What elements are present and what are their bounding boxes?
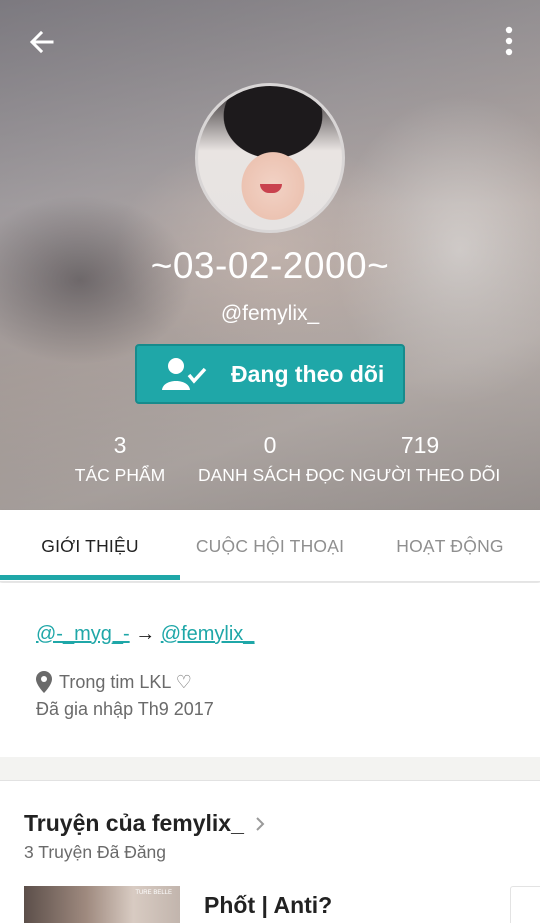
stories-count: 3 Truyện Đã Đăng [24,842,167,862]
bio-links: @-_myg_- → @femylix_ [36,623,254,646]
chevron-right-icon [256,816,265,831]
stat-followers-count: 719 [400,432,440,458]
avatar[interactable] [195,83,345,233]
tab-conversations[interactable]: CUỘC HỘI THOẠI [180,510,360,582]
section-divider [0,757,540,781]
user-check-icon [162,358,207,390]
active-tab-indicator [0,575,180,580]
story-cover-text: TURE BELLE [135,890,172,896]
bio-link-new-account[interactable]: @femylix_ [161,623,255,645]
location-text: Trong tim LKL ♡ [59,671,192,692]
stories-header[interactable]: Truyện của femylix_ [24,810,266,837]
avatar-image [260,184,282,193]
story-card-edge [510,886,540,923]
display-name: ~03-02-2000~ [150,245,390,286]
bio-arrow: → [135,623,156,645]
username: @femylix_ [220,302,320,325]
location-pin-icon [36,671,52,693]
stories-title: Truyện của femylix_ [24,810,244,836]
more-options-button[interactable] [502,26,516,56]
joined-date: Đã gia nhập Th9 2017 [36,699,214,719]
profile-tabs: GIỚI THIỆU CUỘC HỘI THOẠI HOẠT ĐỘNG [0,510,540,582]
more-vertical-icon [505,26,513,56]
arrow-left-icon [29,30,54,54]
back-button[interactable] [24,24,60,60]
profile-header: ~03-02-2000~ @femylix_ Đang theo dõi 3 T… [0,0,540,510]
about-section: @-_myg_- → @femylix_ Trong tim LKL ♡ Đã … [0,583,540,757]
stat-works[interactable]: 3 TÁC PHẨM [70,432,170,486]
location-row: Trong tim LKL ♡ [36,671,192,693]
stat-followers-label: NGƯỜI THEO DÕI [350,465,501,485]
tab-about[interactable]: GIỚI THIỆU [0,510,180,582]
following-button-label: Đang theo dõi [231,360,385,387]
stat-reading-lists-label: DANH SÁCH ĐỌC [198,465,345,485]
story-title[interactable]: Phốt | Anti? [204,892,332,919]
stat-reading-lists-count: 0 [263,432,277,458]
stat-works-label: TÁC PHẨM [74,465,166,485]
tab-activity[interactable]: HOẠT ĐỘNG [360,510,540,582]
stat-reading-lists[interactable]: 0 DANH SÁCH ĐỌC [198,432,345,486]
stories-section: Truyện của femylix_ 3 Truyện Đã Đăng TUR… [0,782,540,923]
bio-link-old-account[interactable]: @-_myg_- [36,623,130,645]
stat-followers[interactable]: 719 NGƯỜI THEO DÕI [350,432,501,486]
stat-works-count: 3 [113,432,127,458]
following-button[interactable]: Đang theo dõi [135,344,405,404]
story-cover-image[interactable]: TURE BELLE [24,886,180,923]
